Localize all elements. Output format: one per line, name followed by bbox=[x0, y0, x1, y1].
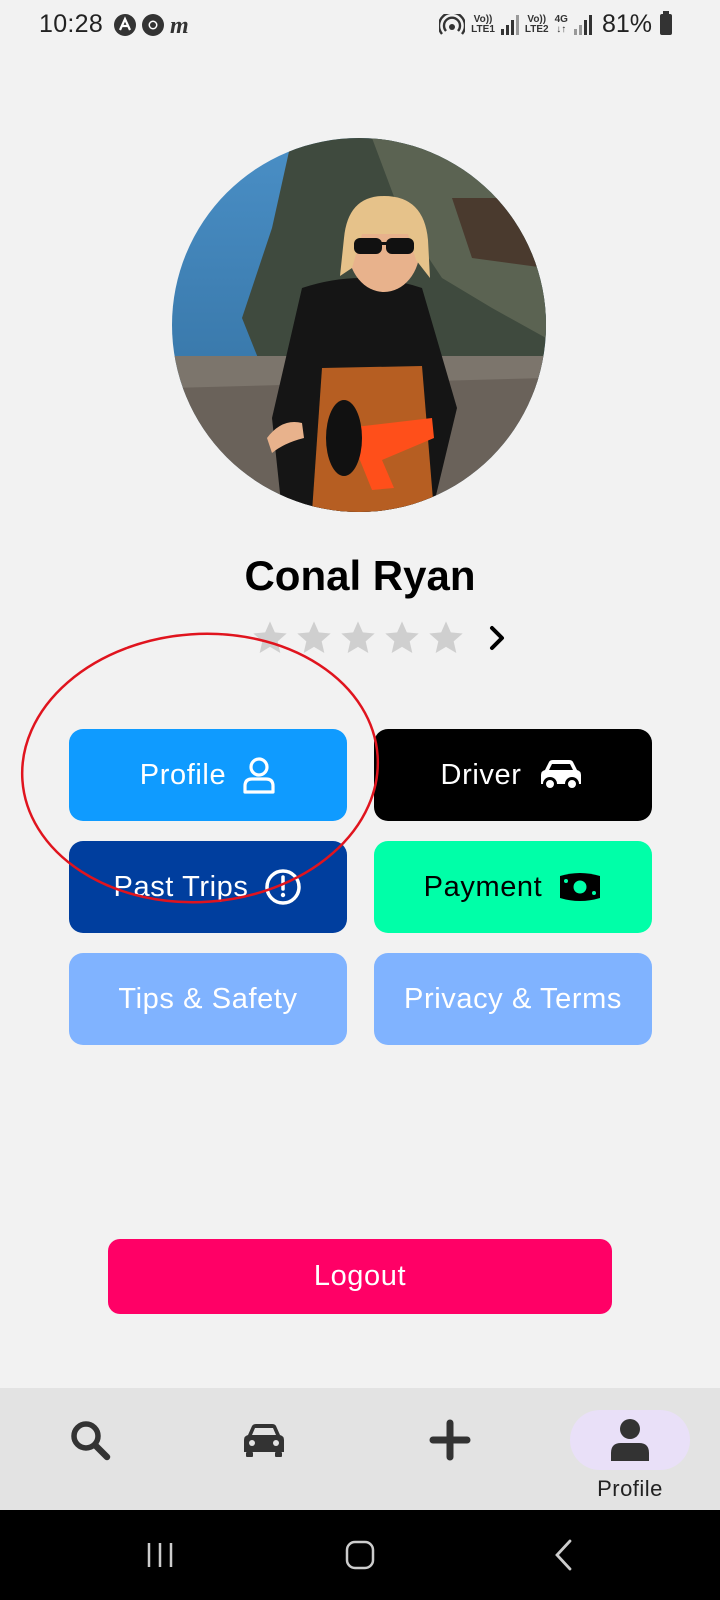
status-app-icons: m bbox=[113, 13, 193, 39]
money-icon bbox=[560, 873, 601, 901]
status-indicators: Vo)) LTE1 Vo)) LTE2 4G ↓↑ 81% bbox=[439, 10, 672, 39]
status-bar: 10:28 m Vo)) LTE1 Vo)) LTE2 4G ↓↑ 81% bbox=[0, 0, 720, 56]
svg-text:m: m bbox=[170, 13, 189, 37]
plus-icon bbox=[429, 1419, 471, 1461]
m-app-icon: m bbox=[169, 13, 193, 39]
user-name: Conal Ryan bbox=[244, 552, 476, 599]
back-button[interactable] bbox=[504, 1510, 624, 1600]
alert-circle-icon bbox=[265, 869, 302, 905]
star-icon bbox=[341, 621, 375, 653]
driver-button-label: Driver bbox=[440, 758, 522, 791]
profile-button[interactable]: Profile bbox=[69, 729, 347, 821]
nav-car[interactable] bbox=[174, 1388, 354, 1510]
nav-search[interactable] bbox=[0, 1388, 180, 1510]
profile-avatar[interactable] bbox=[172, 138, 546, 512]
hotspot-icon bbox=[439, 13, 466, 35]
status-time: 10:28 bbox=[39, 10, 104, 38]
system-nav-bar bbox=[0, 1510, 720, 1600]
star-icon bbox=[385, 621, 419, 653]
sim2-network: Vo)) LTE2 bbox=[524, 13, 549, 35]
home-button[interactable] bbox=[300, 1510, 420, 1600]
payment-button-label: Payment bbox=[423, 870, 543, 903]
privacy-terms-button-label: Privacy & Terms bbox=[404, 982, 622, 1015]
profile-button-label: Profile bbox=[139, 758, 227, 791]
bottom-nav: Profile bbox=[0, 1388, 720, 1510]
search-icon bbox=[71, 1421, 111, 1461]
back-icon bbox=[555, 1539, 572, 1571]
tips-safety-button-label: Tips & Safety bbox=[118, 982, 298, 1015]
app-notification-icon bbox=[113, 13, 137, 37]
star-icon bbox=[253, 621, 287, 653]
logout-button[interactable]: Logout bbox=[108, 1239, 612, 1314]
driver-button[interactable]: Driver bbox=[374, 729, 652, 821]
person-outline-icon bbox=[243, 757, 275, 794]
tips-safety-button[interactable]: Tips & Safety bbox=[69, 953, 347, 1045]
past-trips-button[interactable]: Past Trips bbox=[69, 841, 347, 933]
recent-apps-icon bbox=[147, 1543, 173, 1567]
recent-apps-button[interactable] bbox=[100, 1510, 220, 1600]
privacy-terms-button[interactable]: Privacy & Terms bbox=[374, 953, 652, 1045]
nav-profile[interactable]: Profile bbox=[540, 1388, 720, 1510]
star-icon bbox=[429, 621, 463, 653]
battery-icon bbox=[660, 11, 672, 35]
chevron-right-icon[interactable] bbox=[486, 624, 508, 652]
network-type: 4G ↓↑ bbox=[554, 13, 568, 35]
car-icon bbox=[244, 1424, 284, 1457]
nav-profile-indicator bbox=[570, 1410, 690, 1470]
sim1-network: Vo)) LTE1 bbox=[471, 13, 495, 35]
nav-add[interactable] bbox=[360, 1388, 540, 1510]
rating-row[interactable] bbox=[250, 618, 508, 658]
payment-button[interactable]: Payment bbox=[374, 841, 652, 933]
person-icon bbox=[611, 1419, 649, 1461]
chrome-icon bbox=[141, 13, 165, 37]
past-trips-button-label: Past Trips bbox=[113, 870, 249, 903]
battery-percent: 81% bbox=[601, 10, 652, 38]
home-icon bbox=[345, 1540, 375, 1570]
star-icon bbox=[297, 621, 331, 653]
signal-icon bbox=[500, 14, 519, 35]
signal-icon-2 bbox=[573, 14, 592, 35]
car-icon bbox=[541, 760, 582, 791]
nav-profile-label: Profile bbox=[597, 1476, 663, 1501]
